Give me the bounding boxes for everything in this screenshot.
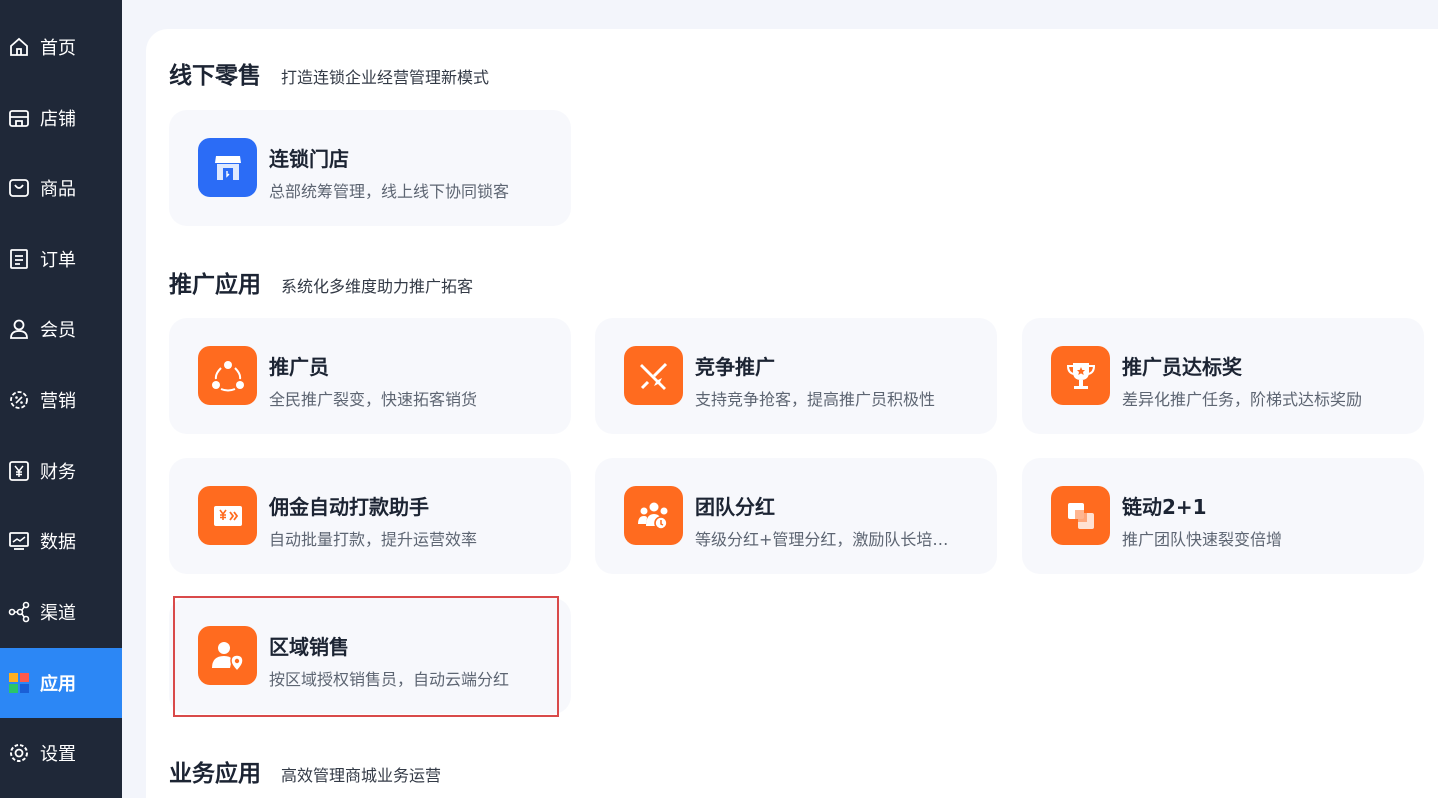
sidebar-item-orders[interactable]: 订单 [0, 224, 122, 294]
monitor-icon [8, 530, 30, 552]
card-description: 按区域授权销售员，自动云端分红 [269, 670, 510, 689]
apps-icon [8, 672, 30, 694]
sidebar-item-label: 渠道 [40, 603, 76, 624]
section-subtitle-offline: 打造连锁企业经营管理新模式 [281, 68, 490, 87]
store-front-icon [198, 138, 257, 197]
card-description: 推广团队快速裂变倍增 [1122, 530, 1283, 549]
app-card-promoter-award[interactable]: 推广员达标奖 差异化推广任务，阶梯式达标奖励 [1022, 318, 1424, 434]
sidebar-item-goods[interactable]: 商品 [0, 153, 122, 223]
team-icon [624, 486, 683, 545]
sidebar-item-label: 财务 [40, 462, 76, 483]
sidebar-item-label: 首页 [40, 38, 76, 59]
card-title: 连锁门店 [269, 147, 349, 171]
sidebar-item-finance[interactable]: 财务 [0, 436, 122, 506]
card-title: 区域销售 [269, 635, 349, 659]
section-subtitle-promotion: 系统化多维度助力推广拓客 [281, 277, 474, 296]
card-title: 团队分红 [695, 495, 775, 519]
sidebar-item-label: 应用 [40, 674, 76, 695]
card-title: 佣金自动打款助手 [269, 495, 429, 519]
section-title-business: 业务应用 [169, 761, 261, 787]
yen-icon [8, 460, 30, 482]
sidebar-item-label: 数据 [40, 532, 76, 553]
section-title-offline: 线下零售 [169, 63, 261, 89]
card-title: 链动2+1 [1122, 495, 1207, 519]
app-card-commission-payout[interactable]: 佣金自动打款助手 自动批量打款，提升运营效率 [169, 458, 571, 574]
main-content: 线下零售 打造连锁企业经营管理新模式 连锁门店 总部统筹管理，线上线下协同锁客 … [146, 29, 1438, 798]
chain-icon [1051, 486, 1110, 545]
section-subtitle-business: 高效管理商城业务运营 [281, 766, 442, 785]
app-card-regional-sales[interactable]: 区域销售 按区域授权销售员，自动云端分红 [169, 598, 571, 714]
sidebar-item-home[interactable]: 首页 [0, 12, 122, 82]
card-title: 推广员 [269, 355, 329, 379]
sidebar-item-label: 营销 [40, 391, 76, 412]
user-location-icon [198, 626, 257, 685]
settings-icon [8, 742, 30, 764]
gear-marketing-icon [8, 389, 30, 411]
card-title: 竞争推广 [695, 355, 775, 379]
app-card-competitive-promotion[interactable]: 竞争推广 支持竞争抢客，提高推广员积极性 [595, 318, 997, 434]
card-description: 总部统筹管理，线上线下协同锁客 [269, 182, 510, 201]
card-description: 自动批量打款，提升运营效率 [269, 530, 478, 549]
sidebar-item-label: 商品 [40, 179, 76, 200]
app-card-team-dividend[interactable]: 团队分红 等级分红+管理分红，激励队长培… [595, 458, 997, 574]
bag-icon [8, 177, 30, 199]
network-icon [198, 346, 257, 405]
sidebar-item-label: 店铺 [40, 109, 76, 130]
store-icon [8, 107, 30, 129]
app-card-promoter[interactable]: 推广员 全民推广裂变，快速拓客销货 [169, 318, 571, 434]
sidebar-item-apps[interactable]: 应用 [0, 648, 122, 718]
app-card-chain-2-plus-1[interactable]: 链动2+1 推广团队快速裂变倍增 [1022, 458, 1424, 574]
section-title-promotion: 推广应用 [169, 272, 261, 298]
order-icon [8, 248, 30, 270]
sidebar-item-members[interactable]: 会员 [0, 294, 122, 364]
card-description: 全民推广裂变，快速拓客销货 [269, 390, 478, 409]
swords-icon [624, 346, 683, 405]
sidebar-item-label: 订单 [40, 250, 76, 271]
app-card-chain-store[interactable]: 连锁门店 总部统筹管理，线上线下协同锁客 [169, 110, 571, 226]
card-description: 差异化推广任务，阶梯式达标奖励 [1122, 390, 1363, 409]
trophy-icon [1051, 346, 1110, 405]
sidebar-item-data[interactable]: 数据 [0, 506, 122, 576]
card-description: 支持竞争抢客，提高推广员积极性 [695, 390, 936, 409]
home-icon [8, 36, 30, 58]
sidebar-item-label: 设置 [40, 744, 76, 765]
sidebar-item-settings[interactable]: 设置 [0, 718, 122, 788]
card-description: 等级分红+管理分红，激励队长培… [695, 530, 949, 549]
share-icon [8, 601, 30, 623]
user-icon [8, 318, 30, 340]
sidebar-item-channels[interactable]: 渠道 [0, 577, 122, 647]
sidebar-item-label: 会员 [40, 320, 76, 341]
payment-icon [198, 486, 257, 545]
card-title: 推广员达标奖 [1122, 355, 1242, 379]
sidebar-item-store[interactable]: 店铺 [0, 83, 122, 153]
sidebar-item-marketing[interactable]: 营销 [0, 365, 122, 435]
sidebar: 首页 店铺 商品 订单 会员 营销 财务 数据 渠道 应用 设置 [0, 0, 122, 798]
